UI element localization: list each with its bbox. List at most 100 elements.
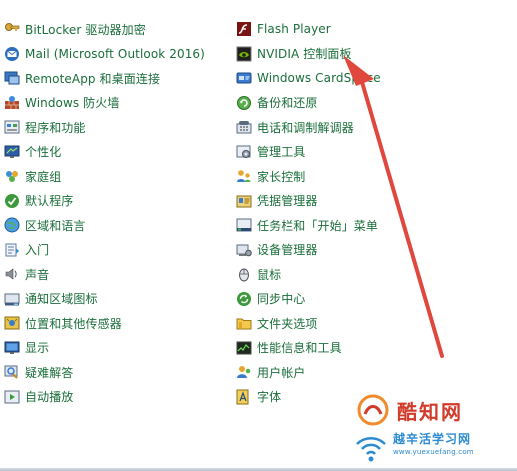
item-label: Windows 防火墙	[25, 96, 120, 111]
item-remoteapp[interactable]: RemoteApp 和桌面连接	[4, 66, 244, 91]
item-getting-started[interactable]: 入门	[4, 238, 244, 263]
sync-icon	[236, 291, 252, 307]
speaker-icon	[4, 266, 20, 282]
item-label: 设备管理器	[257, 243, 318, 258]
item-label: 疑难解答	[25, 365, 74, 380]
item-folder-options[interactable]: 文件夹选项	[236, 311, 476, 336]
item-homegroup[interactable]: 家庭组	[4, 164, 244, 189]
device-manager-icon	[236, 242, 252, 258]
item-label: 任务栏和「开始」菜单	[257, 218, 379, 233]
item-label: Windows CardSpace	[257, 71, 381, 86]
flash-icon	[236, 21, 252, 37]
item-flash-player[interactable]: Flash Player	[236, 17, 476, 42]
parental-control-icon	[236, 168, 252, 184]
item-admin-tools[interactable]: 管理工具	[236, 140, 476, 165]
getting-started-icon	[4, 242, 20, 258]
item-parental-controls[interactable]: 家长控制	[236, 164, 476, 189]
watermark-wifi-icon	[356, 437, 386, 462]
item-autoplay[interactable]: 自动播放	[4, 385, 244, 410]
item-backup-restore[interactable]: 备份和还原	[236, 91, 476, 116]
item-label: 默认程序	[25, 194, 74, 209]
bitlocker-key-icon	[4, 21, 20, 37]
item-bitlocker[interactable]: BitLocker 驱动器加密	[4, 17, 244, 42]
item-phone-modem[interactable]: 电话和调制解调器	[236, 115, 476, 140]
firewall-icon	[4, 95, 20, 111]
item-performance[interactable]: 性能信息和工具	[236, 336, 476, 361]
credential-icon	[236, 193, 252, 209]
watermark-subtitle: 越辛活学习网	[393, 432, 472, 446]
mouse-icon	[236, 266, 252, 282]
performance-icon	[236, 340, 252, 356]
item-label: Mail (Microsoft Outlook 2016)	[25, 46, 205, 61]
item-firewall[interactable]: Windows 防火墙	[4, 91, 244, 116]
phone-modem-icon	[236, 119, 252, 135]
taskbar-icon	[236, 217, 252, 233]
item-mouse[interactable]: 鼠标	[236, 262, 476, 287]
item-notification-area[interactable]: 通知区域图标	[4, 287, 244, 312]
item-label: 程序和功能	[25, 120, 86, 135]
item-device-manager[interactable]: 设备管理器	[236, 238, 476, 263]
cardspace-icon	[236, 70, 252, 86]
homegroup-icon	[4, 168, 20, 184]
item-label: BitLocker 驱动器加密	[25, 22, 146, 37]
display-icon	[4, 340, 20, 356]
item-label: 个性化	[25, 145, 62, 160]
watermark-url: www.yuexuefang.com	[393, 448, 474, 456]
sensor-icon	[4, 315, 20, 331]
item-mail[interactable]: Mail (Microsoft Outlook 2016)	[4, 42, 244, 67]
nvidia-icon	[236, 46, 252, 62]
item-label: 通知区域图标	[25, 292, 98, 307]
item-default-programs[interactable]: 默认程序	[4, 189, 244, 214]
item-label: 凭据管理器	[257, 194, 318, 209]
right-column: Flash Player NVIDIA 控制面板 Windows CardSpa…	[236, 17, 476, 409]
item-label: 性能信息和工具	[257, 341, 342, 356]
item-sound[interactable]: 声音	[4, 262, 244, 287]
item-label: 鼠标	[257, 267, 282, 282]
item-windows-cardspace[interactable]: Windows CardSpace	[236, 66, 476, 91]
item-programs[interactable]: 程序和功能	[4, 115, 244, 140]
programs-icon	[4, 119, 20, 135]
troubleshoot-icon	[4, 364, 20, 380]
item-region[interactable]: 区域和语言	[4, 213, 244, 238]
item-taskbar-start-menu[interactable]: 任务栏和「开始」菜单	[236, 213, 476, 238]
item-label: RemoteApp 和桌面连接	[25, 71, 161, 86]
fonts-icon	[236, 389, 252, 405]
default-programs-icon	[4, 193, 20, 209]
item-personalization[interactable]: 个性化	[4, 140, 244, 165]
admin-tools-icon	[236, 144, 252, 160]
item-label: 同步中心	[257, 292, 306, 307]
item-label: 家长控制	[257, 169, 306, 184]
item-display[interactable]: 显示	[4, 336, 244, 361]
item-label: 用户帐户	[257, 365, 306, 380]
item-troubleshooting[interactable]: 疑难解答	[4, 360, 244, 385]
item-nvidia-control-panel[interactable]: NVIDIA 控制面板	[236, 42, 476, 67]
watermark: 酷知网 越辛活学习网 www.yuexuefang.com	[353, 392, 513, 466]
user-accounts-icon	[236, 364, 252, 380]
item-label: 位置和其他传感器	[25, 316, 122, 331]
item-label: 显示	[25, 341, 50, 356]
item-label: 电话和调制解调器	[257, 120, 354, 135]
notification-icon	[4, 291, 20, 307]
autoplay-icon	[4, 389, 20, 405]
item-credential-manager[interactable]: 凭据管理器	[236, 189, 476, 214]
watermark-title: 酷知网	[397, 400, 463, 424]
backup-icon	[236, 95, 252, 111]
item-label: 字体	[257, 390, 282, 405]
watermark-logo-icon	[357, 394, 389, 426]
item-sync-center[interactable]: 同步中心	[236, 287, 476, 312]
remoteapp-icon	[4, 70, 20, 86]
item-user-accounts[interactable]: 用户帐户	[236, 360, 476, 385]
region-globe-icon	[4, 217, 20, 233]
folder-icon	[236, 315, 252, 331]
left-column: BitLocker 驱动器加密 Mail (Microsoft Outlook …	[4, 17, 244, 409]
item-location-sensors[interactable]: 位置和其他传感器	[4, 311, 244, 336]
mail-icon	[4, 46, 20, 62]
item-label: 文件夹选项	[257, 316, 318, 331]
item-label: 声音	[25, 267, 50, 282]
control-panel-all-items: BitLocker 驱动器加密 Mail (Microsoft Outlook …	[0, 0, 517, 471]
item-label: 自动播放	[25, 390, 74, 405]
item-label: 家庭组	[25, 169, 62, 184]
item-label: 区域和语言	[25, 218, 86, 233]
personalization-icon	[4, 144, 20, 160]
item-label: 管理工具	[257, 145, 306, 160]
